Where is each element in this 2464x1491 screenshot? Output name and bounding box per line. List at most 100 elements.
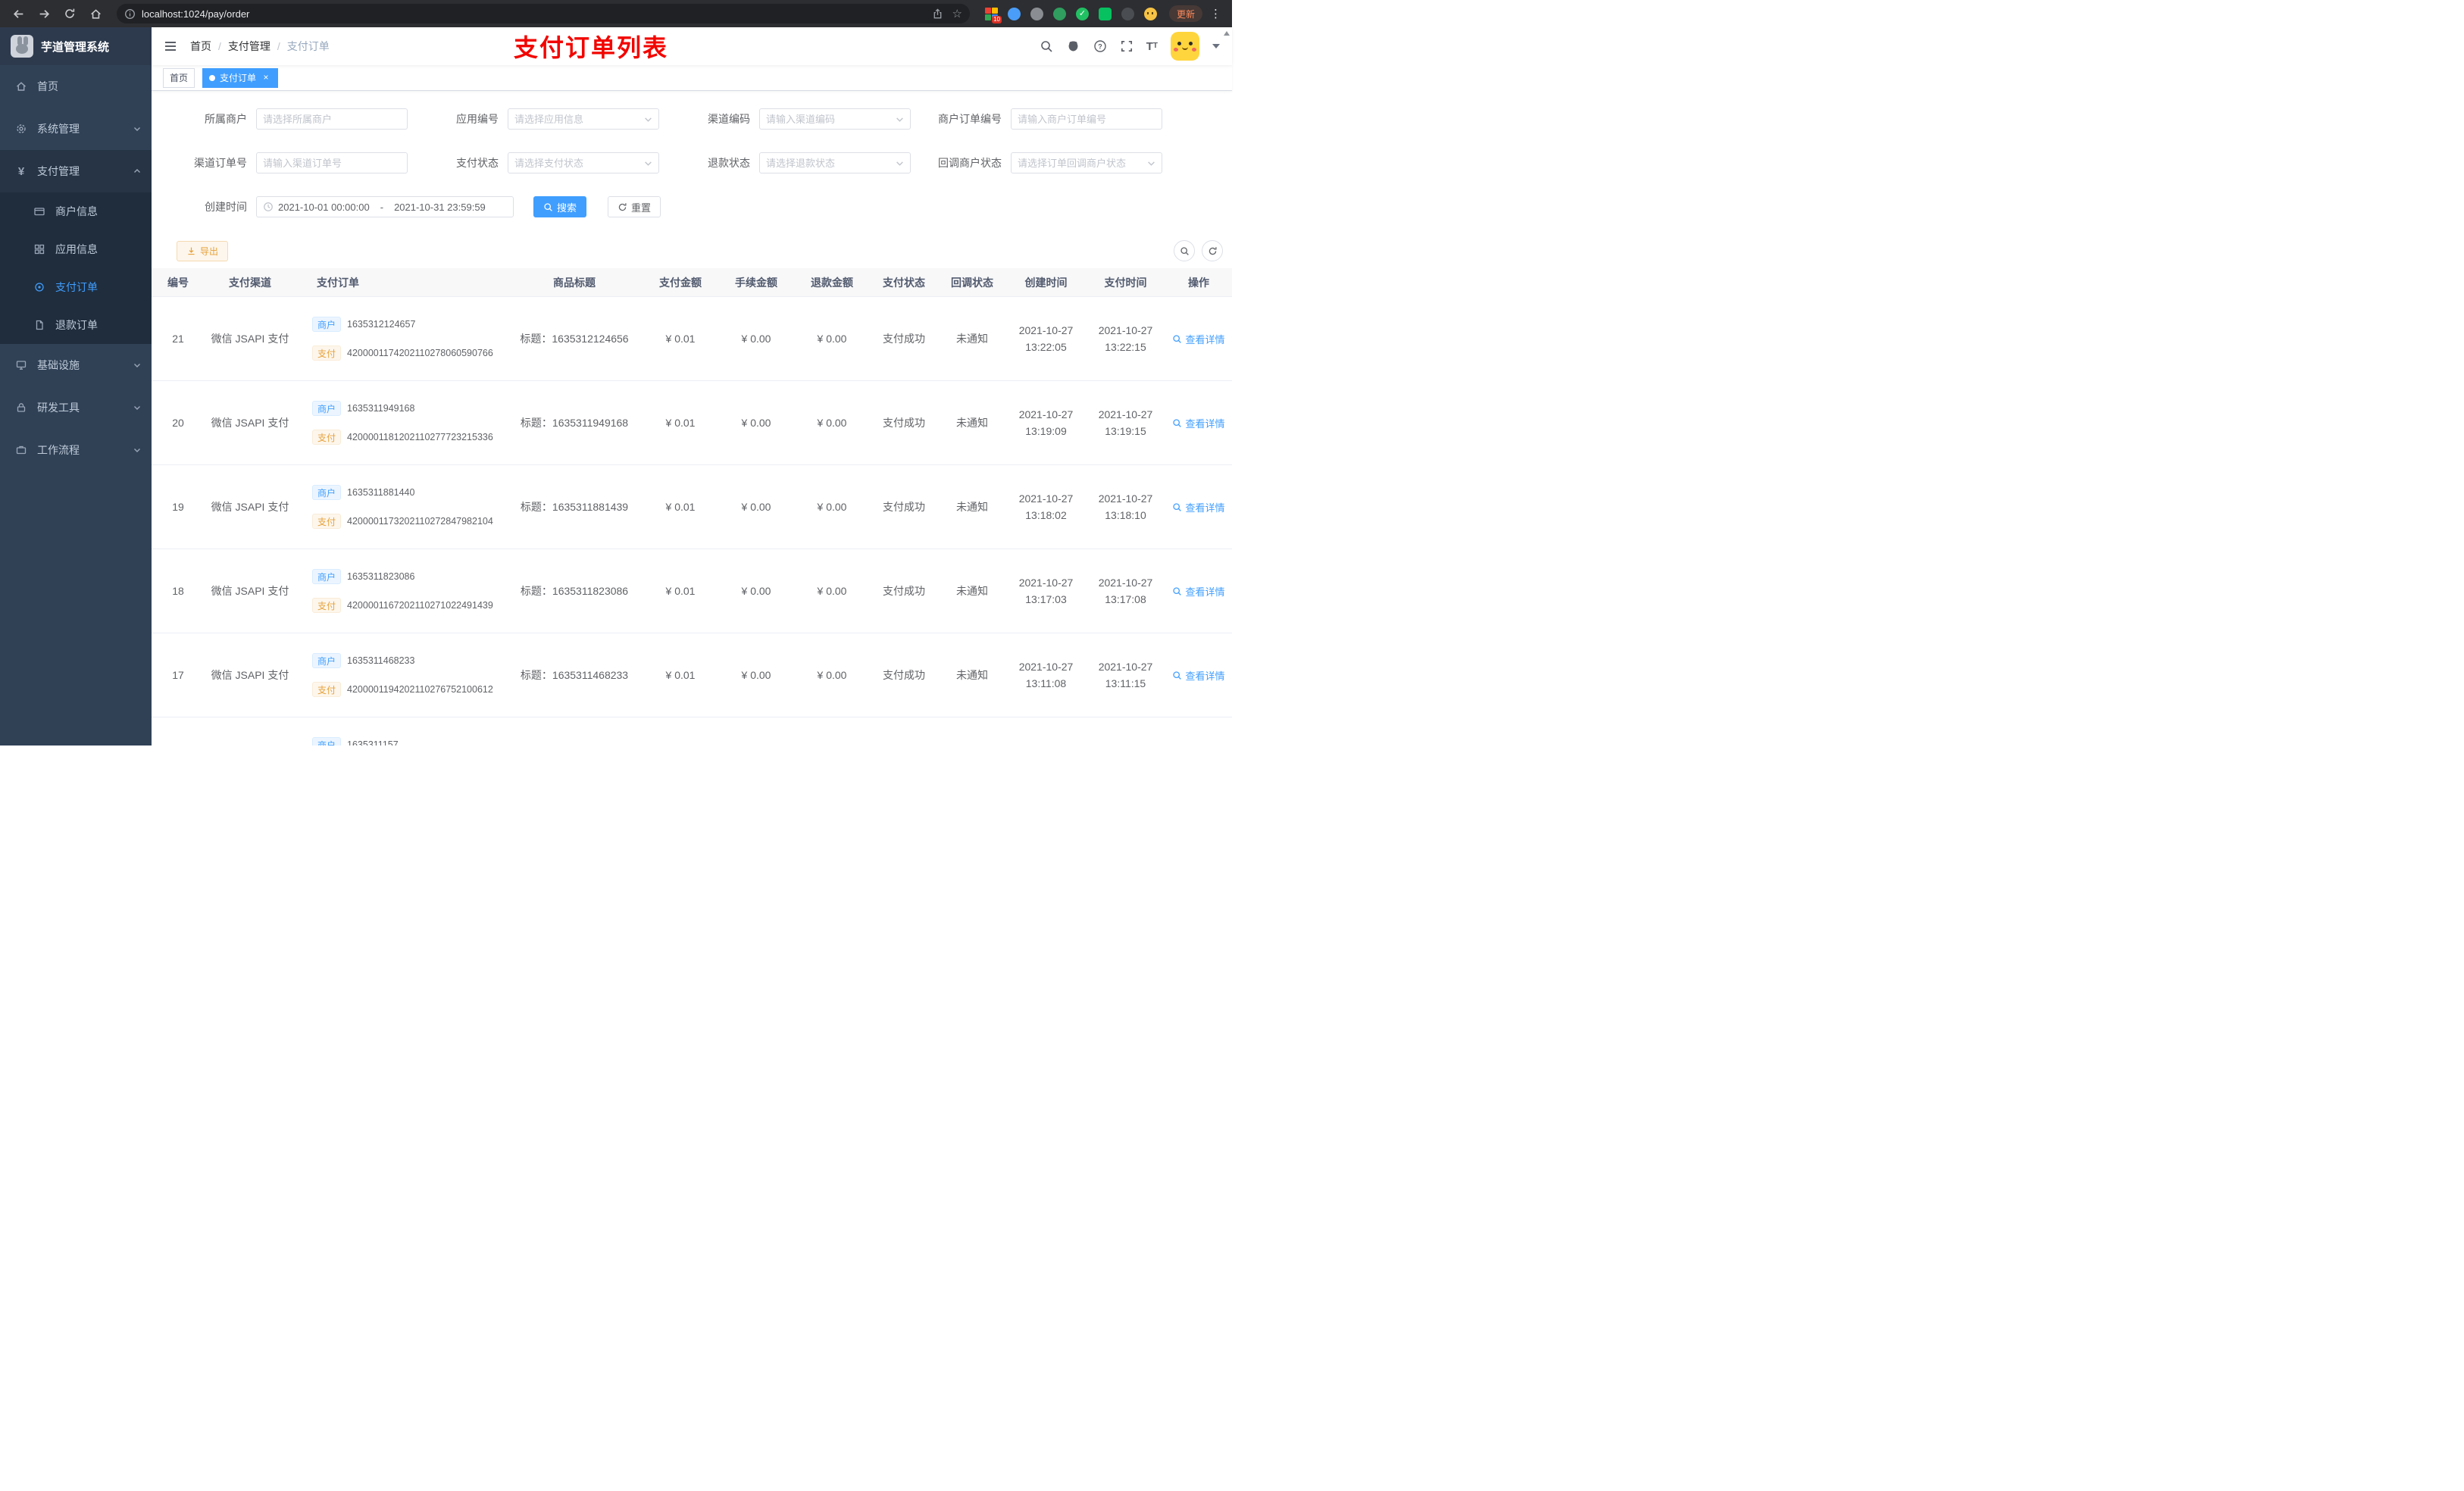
avatar-caret-icon[interactable]	[1212, 44, 1220, 48]
sidebar-item-system[interactable]: 系统管理	[0, 108, 152, 150]
view-detail-link[interactable]: 查看详情	[1172, 668, 1225, 683]
avatar[interactable]	[1171, 32, 1199, 61]
search-icon[interactable]	[1040, 39, 1053, 53]
sidebar-item-infra[interactable]: 基础设施	[0, 344, 152, 386]
filter-control[interactable]	[256, 108, 408, 130]
view-detail-link[interactable]: 查看详情	[1172, 584, 1225, 599]
filter-label: 支付状态	[456, 157, 499, 169]
cell-pay-order: 商户 1635311949168 支付 42000011812021102777…	[295, 401, 506, 445]
extension-icon-7[interactable]	[1121, 7, 1134, 20]
sidebar: 芋道管理系统 首页 系统管理 ¥ 支付管理 商户信息 应用信息 支付订单 退款订…	[0, 27, 152, 746]
clock-icon	[263, 202, 274, 212]
extension-icon-1[interactable]: 10	[984, 7, 1002, 23]
svg-text:?: ?	[1098, 43, 1102, 51]
fullscreen-icon[interactable]	[1120, 39, 1134, 53]
browser-menu-icon[interactable]: ⋮	[1207, 7, 1224, 20]
site-info-icon[interactable]	[124, 8, 136, 20]
pay-order-no: 4200001167202110271022491439	[347, 600, 493, 611]
filter-row-date: 创建时间 2021-10-01 00:00:00 - 2021-10-31 23…	[171, 196, 1232, 217]
sidebar-item-pay-order[interactable]: 支付订单	[0, 268, 152, 306]
filter-input[interactable]	[766, 157, 893, 169]
share-icon[interactable]	[932, 8, 943, 20]
header-action: 操作	[1188, 276, 1209, 289]
filter-input[interactable]	[766, 113, 893, 125]
sidebar-item-dev-tools[interactable]: 研发工具	[0, 386, 152, 429]
browser-back-button[interactable]	[8, 3, 29, 24]
sidebar-item-merchant-info[interactable]: 商户信息	[0, 192, 152, 230]
address-bar[interactable]: localhost:1024/pay/order ☆	[117, 4, 970, 23]
filter-control[interactable]	[508, 108, 659, 130]
filter-input[interactable]	[263, 157, 401, 169]
header-id: 编号	[167, 276, 189, 289]
export-button[interactable]: 导出	[177, 240, 229, 261]
header-create-time: 创建时间	[1024, 276, 1068, 289]
filter-input[interactable]	[514, 157, 641, 169]
extension-icon-5[interactable]: ✓	[1075, 7, 1089, 20]
forward-arrow-icon	[39, 9, 49, 18]
tab-home[interactable]: 首页	[163, 67, 195, 88]
sidebar-item-payment[interactable]: ¥ 支付管理	[0, 150, 152, 192]
sidebar-item-home[interactable]: 首页	[0, 65, 152, 108]
cell-fee: ¥ 0.00	[741, 669, 771, 681]
app-title: 芋道管理系统	[41, 40, 110, 54]
bookmark-star-icon[interactable]: ☆	[952, 8, 962, 20]
sidebar-item-refund-order[interactable]: 退款订单	[0, 306, 152, 344]
chevron-down-icon	[644, 159, 652, 167]
browser-update-button[interactable]: 更新	[1168, 5, 1202, 22]
header-channel: 支付渠道	[229, 276, 271, 289]
reset-button[interactable]: 重置	[608, 196, 661, 217]
breadcrumb-home[interactable]: 首页	[190, 39, 211, 54]
font-size-icon[interactable]: TT	[1146, 41, 1158, 52]
filter-label: 商户订单编号	[938, 113, 1002, 125]
search-button[interactable]: 搜索	[533, 196, 587, 217]
extension-icon-4[interactable]	[1052, 7, 1066, 20]
filter-control[interactable]	[1011, 152, 1162, 173]
cell-fee: ¥ 0.00	[741, 585, 771, 597]
extension-icon-2[interactable]	[1007, 7, 1021, 20]
cell-notify: 未通知	[956, 585, 988, 597]
close-icon[interactable]: ×	[261, 73, 271, 83]
merchant-order-no: 1635311157	[347, 739, 399, 746]
date-range-input[interactable]: 2021-10-01 00:00:00 - 2021-10-31 23:59:5…	[256, 196, 514, 217]
view-detail-link[interactable]: 查看详情	[1172, 332, 1225, 346]
filter-input[interactable]	[1018, 157, 1144, 169]
sidebar-item-workflow[interactable]: 工作流程	[0, 429, 152, 471]
cell-amount: ¥ 0.01	[665, 501, 696, 513]
hamburger-icon[interactable]	[163, 39, 178, 54]
github-icon[interactable]	[1066, 39, 1080, 54]
filter-control[interactable]	[256, 152, 408, 173]
browser-forward-button[interactable]	[33, 3, 55, 24]
filter-control[interactable]	[759, 108, 911, 130]
refresh-button[interactable]	[1202, 240, 1223, 261]
cell-amount: ¥ 0.01	[665, 669, 696, 681]
filter-input[interactable]	[263, 113, 401, 125]
tab-pay-order[interactable]: 支付订单 ×	[202, 67, 279, 88]
filter-input[interactable]	[1018, 113, 1155, 125]
filter-control[interactable]	[759, 152, 911, 173]
view-detail-link[interactable]: 查看详情	[1172, 416, 1225, 430]
cell-id: 19	[172, 501, 184, 513]
cell-id: 20	[172, 417, 184, 429]
extension-icon-6[interactable]	[1098, 7, 1112, 20]
breadcrumb-payment[interactable]: 支付管理	[228, 39, 270, 54]
filter-input[interactable]	[514, 113, 641, 125]
url-text[interactable]: localhost:1024/pay/order	[142, 8, 926, 20]
search-icon	[1180, 246, 1189, 255]
cell-pay-order: 商户 1635311881440 支付 42000011732021102728…	[295, 485, 506, 529]
sidebar-item-app-info[interactable]: 应用信息	[0, 230, 152, 268]
app-logo[interactable]: 芋道管理系统	[0, 27, 152, 65]
cell-pay-time: 2021-10-27 13:22:15	[1098, 324, 1153, 353]
home-icon	[15, 80, 27, 92]
extension-icon-3[interactable]	[1030, 7, 1043, 20]
merchant-order-no: 1635311823086	[347, 571, 415, 582]
filter-control[interactable]	[508, 152, 659, 173]
orders-table: 编号 支付渠道 支付订单 商品标题 支付金额 手续金额 退款金额 支付状态 回调…	[152, 268, 1232, 746]
help-icon[interactable]: ?	[1093, 39, 1107, 53]
scrollbar-up-arrow[interactable]	[1224, 31, 1230, 36]
view-detail-link[interactable]: 查看详情	[1172, 500, 1225, 514]
toggle-search-button[interactable]	[1174, 240, 1195, 261]
filter-control[interactable]	[1011, 108, 1162, 130]
browser-reload-button[interactable]	[59, 3, 80, 24]
browser-home-button[interactable]	[85, 3, 106, 24]
extension-icon-8[interactable]	[1143, 7, 1157, 20]
